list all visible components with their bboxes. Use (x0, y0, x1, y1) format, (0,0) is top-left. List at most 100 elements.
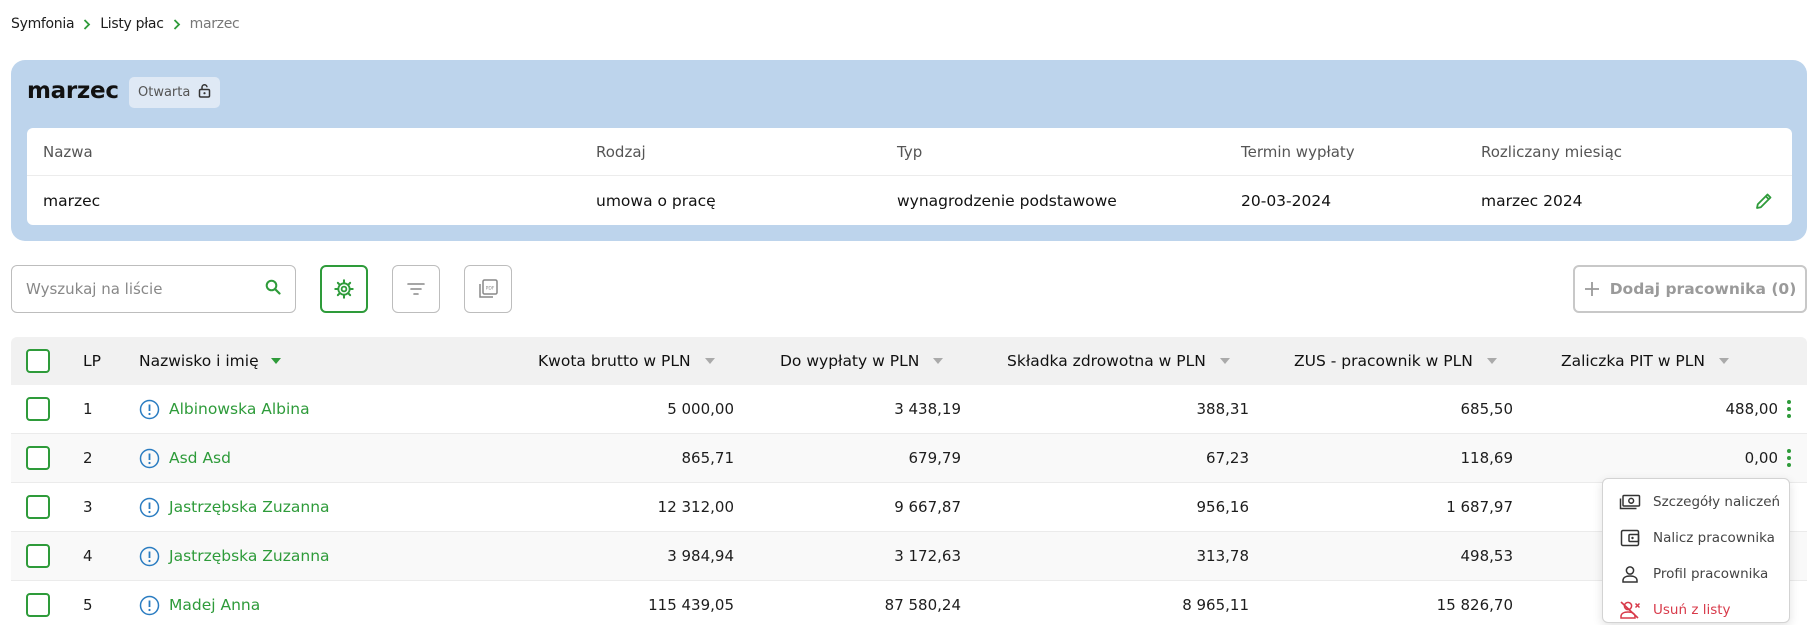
cell-payout: 3 438,19 (894, 400, 961, 418)
cell-zus: 685,50 (1460, 400, 1514, 418)
svg-text:PDF: PDF (486, 286, 495, 292)
sort-icon[interactable] (1219, 358, 1230, 364)
table-row[interactable]: 1 Albinowska Albina 5 000,00 3 438,19 38… (11, 385, 1807, 434)
info-icon[interactable] (139, 497, 160, 518)
row-checkbox[interactable] (26, 446, 50, 470)
cell-zus: 1 687,97 (1446, 498, 1513, 516)
cell-zus: 15 826,70 (1436, 596, 1513, 614)
filter-icon (407, 283, 425, 295)
search-icon[interactable] (265, 279, 281, 299)
settings-button[interactable] (320, 265, 368, 313)
column-header-health-label: Składka zdrowotna w PLN (1007, 352, 1206, 370)
add-employee-label: Dodaj pracownika (0) (1609, 280, 1797, 298)
menu-item-label: Profil pracownika (1653, 566, 1769, 582)
info-icon[interactable] (139, 448, 160, 469)
row-lp: 2 (83, 449, 93, 467)
table-row[interactable]: 4 Jastrzębska Zuzanna 3 984,94 3 172,63 … (11, 532, 1807, 581)
export-pdf-button[interactable]: PDF (464, 265, 512, 313)
details-value-row: marzec umowa o pracę wynagrodzenie podst… (27, 176, 1792, 225)
employee-name-link[interactable]: Asd Asd (169, 449, 231, 467)
cell-health: 313,78 (1196, 547, 1250, 565)
select-all-checkbox[interactable] (26, 349, 50, 373)
column-header-pit[interactable]: Zaliczka PIT w PLN (1561, 337, 1730, 385)
search-input[interactable] (26, 280, 265, 298)
filter-button[interactable] (392, 265, 440, 313)
details-header-termin: Termin wypłaty (1241, 142, 1355, 161)
lock-open-icon (198, 83, 211, 102)
details-header-rodzaj: Rodzaj (596, 142, 646, 161)
info-icon[interactable] (139, 399, 160, 420)
page-title: marzec (27, 78, 119, 104)
cell-health: 67,23 (1206, 449, 1249, 467)
row-checkbox[interactable] (26, 397, 50, 421)
row-checkbox[interactable] (26, 544, 50, 568)
details-value-rodzaj: umowa o pracę (596, 191, 716, 210)
cell-health: 388,31 (1196, 400, 1250, 418)
breadcrumb-symfonia[interactable]: Symfonia (11, 16, 75, 32)
search-field[interactable] (11, 265, 296, 313)
row-checkbox[interactable] (26, 495, 50, 519)
info-icon[interactable] (139, 546, 160, 567)
column-header-lp: LP (83, 352, 101, 370)
details-value-miesiac: marzec 2024 (1481, 191, 1583, 210)
sort-icon[interactable] (1719, 358, 1730, 364)
row-actions-button[interactable] (1779, 400, 1799, 418)
payroll-details: Nazwa Rodzaj Typ Termin wypłaty Rozlicza… (27, 128, 1792, 225)
edit-payroll-button[interactable] (1750, 187, 1778, 215)
add-employee-button[interactable]: Dodaj pracownika (0) (1573, 265, 1807, 313)
pdf-icon: PDF (479, 279, 498, 298)
row-checkbox[interactable] (26, 593, 50, 617)
column-header-zus[interactable]: ZUS - pracownik w PLN (1294, 337, 1497, 385)
column-header-gross[interactable]: Kwota brutto w PLN (538, 337, 715, 385)
cell-zus: 498,53 (1460, 547, 1514, 565)
employee-name-link[interactable]: Albinowska Albina (169, 400, 310, 418)
column-header-name[interactable]: Nazwisko i imię (139, 337, 281, 385)
breadcrumb-current: marzec (189, 16, 240, 32)
cash-icon (1619, 491, 1641, 513)
sort-icon[interactable] (1486, 358, 1497, 364)
details-header-typ: Typ (897, 142, 923, 161)
sort-desc-icon[interactable] (270, 358, 281, 364)
status-label: Otwarta (138, 85, 191, 100)
cell-gross: 5 000,00 (667, 400, 734, 418)
cell-payout: 3 172,63 (894, 547, 961, 565)
cell-payout: 679,79 (908, 449, 962, 467)
table-row[interactable]: 5 Madej Anna 115 439,05 87 580,24 8 965,… (11, 581, 1807, 625)
sort-icon[interactable] (704, 358, 715, 364)
column-header-payout[interactable]: Do wypłaty w PLN (780, 337, 944, 385)
cell-payout: 9 667,87 (894, 498, 961, 516)
cell-gross: 12 312,00 (657, 498, 734, 516)
cell-zus: 118,69 (1460, 449, 1514, 467)
menu-item-label: Usuń z listy (1653, 602, 1731, 618)
row-context-menu: Szczegóły naliczeń Nalicz pracownika Pro… (1602, 478, 1790, 623)
info-icon[interactable] (139, 595, 160, 616)
cell-health: 956,16 (1196, 498, 1250, 516)
cell-health: 8 965,11 (1182, 596, 1249, 614)
column-header-payout-label: Do wypłaty w PLN (780, 352, 920, 370)
cell-payout: 87 580,24 (884, 596, 961, 614)
column-header-pit-label: Zaliczka PIT w PLN (1561, 352, 1706, 370)
employee-name-link[interactable]: Jastrzębska Zuzanna (169, 547, 330, 565)
gear-icon (334, 279, 354, 299)
details-header-miesiac: Rozliczany miesiąc (1481, 142, 1623, 161)
breadcrumb: Symfonia Listy płac marzec (11, 14, 240, 34)
menu-item-calculate-employee[interactable]: Nalicz pracownika (1603, 520, 1789, 556)
cell-gross: 3 984,94 (667, 547, 734, 565)
table-row[interactable]: 2 Asd Asd 865,71 679,79 67,23 118,69 0,0… (11, 434, 1807, 483)
chevron-right-icon (173, 18, 181, 30)
menu-item-employee-profile[interactable]: Profil pracownika (1603, 556, 1789, 592)
cell-pit: 488,00 (1725, 400, 1779, 418)
menu-item-label: Nalicz pracownika (1653, 530, 1775, 546)
chevron-right-icon (83, 18, 91, 30)
sort-icon[interactable] (933, 358, 944, 364)
column-header-health[interactable]: Składka zdrowotna w PLN (1007, 337, 1230, 385)
breadcrumb-listy-plac[interactable]: Listy płac (100, 16, 164, 32)
menu-item-remove-from-list[interactable]: Usuń z listy (1603, 592, 1789, 625)
menu-item-calculation-details[interactable]: Szczegóły naliczeń (1603, 484, 1789, 520)
table-row[interactable]: 3 Jastrzębska Zuzanna 12 312,00 9 667,87… (11, 483, 1807, 532)
employee-name-link[interactable]: Madej Anna (169, 596, 260, 614)
status-badge: Otwarta (129, 77, 221, 108)
menu-item-label: Szczegóły naliczeń (1653, 494, 1781, 510)
employee-name-link[interactable]: Jastrzębska Zuzanna (169, 498, 330, 516)
row-actions-button[interactable] (1779, 449, 1799, 467)
